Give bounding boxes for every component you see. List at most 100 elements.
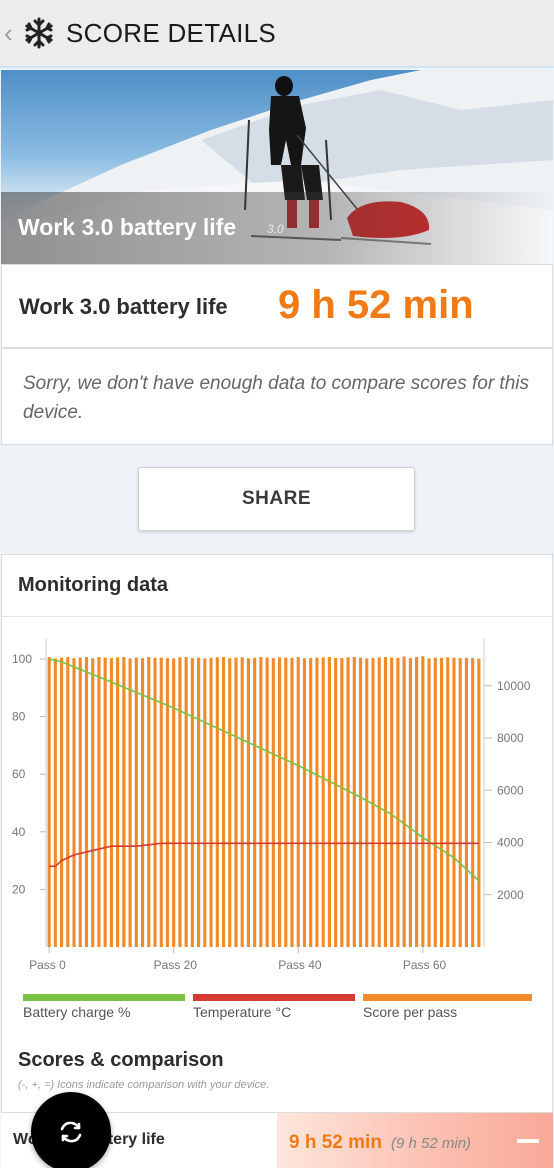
score-bar	[309, 658, 313, 947]
left-tick-label: 20	[12, 882, 26, 896]
score-bar	[221, 657, 226, 947]
score-bar	[396, 657, 400, 947]
score-bar	[390, 657, 394, 947]
score-bar	[371, 658, 375, 947]
score-bar	[253, 657, 257, 947]
score-bar	[91, 658, 95, 947]
hero-title: Work 3.0 battery life	[18, 214, 237, 240]
score-bar	[53, 658, 57, 947]
score-bar	[234, 657, 238, 947]
score-bar	[147, 657, 151, 947]
right-tick-label: 4000	[497, 836, 524, 850]
score-bar	[78, 657, 82, 947]
score-bar	[284, 657, 288, 947]
score-bar	[265, 657, 269, 947]
score-bar	[271, 658, 275, 947]
x-tick-label: Pass 0	[29, 958, 66, 972]
monitoring-chart: 20 40 60 80 100 2000 4000 6000 8000 10000 Pass 0 Pa…	[12, 639, 531, 972]
left-tick-label: 60	[12, 767, 26, 781]
legend-swatch-score	[363, 994, 532, 1001]
refresh-button[interactable]	[31, 1092, 111, 1168]
score-bar	[346, 657, 350, 947]
score-bar	[246, 658, 250, 947]
score-bar	[458, 658, 462, 947]
score-bar	[172, 658, 176, 947]
score-bar	[178, 657, 182, 947]
monitoring-card: Monitoring data 20 40 60 80 100 2000 4000 6000 8…	[1, 554, 553, 1114]
score-bar	[140, 658, 145, 947]
score-bar	[47, 657, 51, 947]
score-bar	[302, 658, 307, 947]
score-bar	[446, 657, 450, 947]
score-bar	[427, 658, 431, 947]
score-bar	[415, 657, 419, 947]
score-card: Work 3.0 battery life 9 h 52 min	[1, 264, 553, 348]
comparison-note: Sorry, we don't have enough data to comp…	[23, 373, 529, 423]
score-bar	[433, 657, 437, 947]
x-tick-label: Pass 20	[154, 958, 198, 972]
x-tick-label: Pass 40	[278, 958, 322, 972]
temperature-line	[49, 842, 479, 868]
score-bar	[358, 657, 363, 947]
score-bar	[340, 658, 344, 947]
score-bar	[184, 657, 188, 947]
score-bar	[352, 657, 356, 947]
score-bar	[464, 657, 468, 947]
score-bar	[315, 657, 319, 947]
right-tick-label: 6000	[497, 783, 524, 797]
score-bar	[365, 658, 369, 947]
left-tick-label: 80	[12, 710, 26, 724]
score-label: Work 3.0 battery life	[19, 294, 228, 319]
score-bar	[377, 657, 381, 947]
score-bar	[197, 657, 201, 947]
score-bar	[159, 657, 163, 947]
score-bar	[402, 656, 406, 947]
minus-icon	[517, 1139, 539, 1143]
share-button[interactable]: SHARE	[138, 467, 415, 531]
page-title: SCORE DETAILS	[66, 17, 277, 48]
score-value: 9 h 52 min	[278, 283, 474, 327]
score-bar	[296, 657, 300, 947]
score-bar	[109, 658, 113, 947]
score-bar	[116, 657, 120, 947]
scores-subtitle: (-, +, =) Icons indicate comparison with…	[18, 1079, 270, 1091]
legend-label-battery: Battery charge %	[23, 1004, 131, 1020]
score-bar	[97, 657, 101, 947]
score-bar	[471, 658, 475, 947]
comparison-note-card: Sorry, we don't have enough data to comp…	[1, 348, 553, 445]
score-bar	[128, 658, 132, 947]
score-bar	[278, 657, 282, 947]
chevron-left-icon[interactable]: ‹	[4, 18, 18, 49]
score-row-value-cell: 9 h 52 min (9 h 52 min)	[277, 1113, 553, 1168]
battery-line	[48, 658, 480, 882]
score-bar	[84, 657, 89, 947]
snowflake-icon[interactable]	[22, 16, 56, 50]
score-bar	[165, 658, 170, 947]
refresh-icon	[60, 1121, 82, 1143]
right-tick-label: 2000	[497, 888, 524, 902]
right-tick-label: 8000	[497, 731, 524, 745]
score-bar	[334, 657, 338, 947]
score-bar	[122, 657, 126, 947]
score-bar	[134, 657, 138, 947]
score-bar	[259, 657, 263, 947]
score-bar	[215, 657, 219, 947]
hero-banner: Work 3.0 battery life 3.0	[1, 70, 553, 264]
hero-version: 3.0	[267, 222, 284, 236]
score-row-value: 9 h 52 min	[289, 1132, 382, 1153]
score-row-compare: (9 h 52 min)	[391, 1135, 472, 1152]
x-tick-label: Pass 60	[403, 958, 447, 972]
score-bar	[439, 657, 444, 947]
legend-swatch-temperature	[193, 994, 355, 1001]
score-bar	[327, 657, 331, 947]
score-bar	[228, 658, 232, 947]
score-bar	[321, 657, 325, 947]
score-bar	[240, 657, 244, 947]
score-bar	[66, 657, 70, 947]
score-bar	[60, 657, 64, 947]
legend-label-temperature: Temperature °C	[193, 1004, 292, 1020]
scores-title: Scores & comparison	[18, 1049, 224, 1071]
legend-swatch-battery	[23, 994, 185, 1001]
left-tick-label: 100	[12, 652, 32, 666]
score-bar	[72, 658, 76, 947]
